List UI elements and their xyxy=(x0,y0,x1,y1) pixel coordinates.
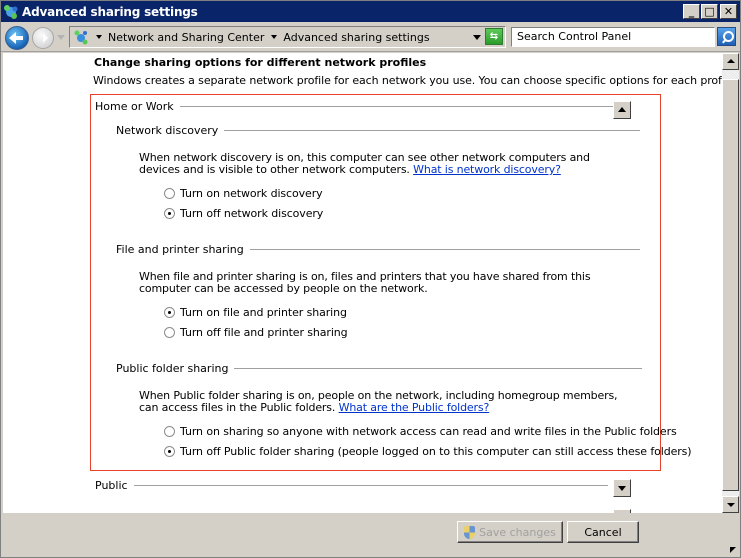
arrow-down-icon xyxy=(727,503,735,507)
chevron-down-icon xyxy=(618,486,626,491)
cancel-label: Cancel xyxy=(584,525,622,539)
vertical-scrollbar[interactable] xyxy=(722,53,739,513)
breadcrumb-network-and-sharing-center[interactable]: Network and Sharing Center xyxy=(108,31,264,44)
profile-name: Home or Work xyxy=(95,100,174,113)
search-button[interactable] xyxy=(717,27,736,46)
radio-turn-on-network-discovery[interactable]: Turn on network discovery xyxy=(164,187,323,200)
breadcrumb-advanced-sharing-settings[interactable]: Advanced sharing settings xyxy=(283,31,429,44)
profile-header-public[interactable]: Public xyxy=(95,479,608,492)
arrow-up-icon xyxy=(727,59,735,63)
uac-shield-icon xyxy=(464,525,476,539)
network-icon xyxy=(3,4,19,20)
collapse-home-or-work-button[interactable] xyxy=(613,101,631,119)
radio-turn-on-public-folder-sharing[interactable]: Turn on sharing so anyone with network a… xyxy=(164,425,677,438)
close-button[interactable]: ✕ xyxy=(720,4,737,19)
section-description: When network discovery is on, this compu… xyxy=(139,152,629,176)
address-dropdown-icon[interactable] xyxy=(473,35,481,40)
minimize-icon: _ xyxy=(688,5,695,18)
chevron-up-icon xyxy=(618,107,626,112)
page-intro: Windows creates a separate network profi… xyxy=(93,74,722,87)
page-heading: Change sharing options for different net… xyxy=(94,56,427,69)
title-bar: Advanced sharing settings _ □ ✕ xyxy=(1,1,740,22)
radio-button-selected[interactable] xyxy=(164,208,175,219)
address-bar[interactable]: Network and Sharing Center Advanced shar… xyxy=(69,26,506,48)
scroll-thumb[interactable] xyxy=(722,79,739,491)
resize-grip-icon[interactable] xyxy=(730,547,738,555)
section-title: Public folder sharing xyxy=(116,362,229,375)
breadcrumb-chevron-icon[interactable] xyxy=(96,35,102,39)
radio-label[interactable]: Turn off Public folder sharing (people l… xyxy=(180,445,692,458)
expand-public-button[interactable] xyxy=(613,479,631,497)
what-are-the-public-folders-link[interactable]: What are the Public folders? xyxy=(339,401,490,414)
minimize-button[interactable]: _ xyxy=(683,4,700,19)
radio-turn-off-public-folder-sharing[interactable]: Turn off Public folder sharing (people l… xyxy=(164,445,692,458)
save-changes-button[interactable]: Save changes xyxy=(457,521,563,543)
scroll-up-button[interactable] xyxy=(722,53,739,70)
radio-button[interactable] xyxy=(164,327,175,338)
navigation-bar: Network and Sharing Center Advanced shar… xyxy=(1,22,740,52)
back-button[interactable] xyxy=(5,26,29,50)
cancel-button[interactable]: Cancel xyxy=(567,521,639,543)
search-input[interactable]: Search Control Panel xyxy=(511,27,715,47)
maximize-button[interactable]: □ xyxy=(701,4,718,19)
radio-turn-on-file-and-printer-sharing[interactable]: Turn on file and printer sharing xyxy=(164,306,347,319)
radio-label[interactable]: Turn off network discovery xyxy=(180,207,323,220)
refresh-icon: ⇆ xyxy=(489,31,499,42)
radio-label[interactable]: Turn on file and printer sharing xyxy=(180,306,347,319)
radio-button-selected[interactable] xyxy=(164,446,175,457)
section-header-network-discovery: Network discovery xyxy=(116,124,641,137)
dialog-footer: Save changes Cancel xyxy=(1,513,740,557)
radio-button[interactable] xyxy=(164,188,175,199)
divider xyxy=(179,106,616,107)
radio-turn-off-network-discovery[interactable]: Turn off network discovery xyxy=(164,207,323,220)
radio-button[interactable] xyxy=(164,426,175,437)
maximize-icon: □ xyxy=(704,5,715,18)
section-description: When file and printer sharing is on, fil… xyxy=(139,271,629,295)
save-changes-label: Save changes xyxy=(479,525,556,539)
window-title: Advanced sharing settings xyxy=(22,4,198,19)
divider xyxy=(234,368,643,369)
radio-label[interactable]: Turn on sharing so anyone with network a… xyxy=(180,425,677,438)
recent-pages-dropdown-icon[interactable] xyxy=(57,35,65,40)
refresh-button[interactable]: ⇆ xyxy=(485,28,503,45)
section-title: Network discovery xyxy=(116,124,219,137)
radio-label[interactable]: Turn off file and printer sharing xyxy=(180,326,348,339)
divider xyxy=(249,249,640,250)
breadcrumb-chevron-icon[interactable] xyxy=(271,35,278,39)
divider xyxy=(133,485,608,486)
section-header-file-and-printer-sharing: File and printer sharing xyxy=(116,243,640,256)
section-description: When Public folder sharing is on, people… xyxy=(139,390,629,414)
divider xyxy=(224,130,641,131)
control-panel-network-icon xyxy=(73,29,89,45)
scroll-down-button[interactable] xyxy=(722,496,739,513)
profile-name: Public xyxy=(95,479,128,492)
section-header-public-folder-sharing: Public folder sharing xyxy=(116,362,643,375)
settings-content: Change sharing options for different net… xyxy=(3,53,722,513)
forward-button[interactable] xyxy=(32,27,54,49)
description-text: When file and printer sharing is on, fil… xyxy=(139,270,591,295)
radio-turn-off-file-and-printer-sharing[interactable]: Turn off file and printer sharing xyxy=(164,326,348,339)
close-icon: ✕ xyxy=(723,5,734,18)
radio-label[interactable]: Turn on network discovery xyxy=(180,187,323,200)
profile-header-home-or-work[interactable]: Home or Work xyxy=(95,100,616,113)
radio-button-selected[interactable] xyxy=(164,307,175,318)
section-title: File and printer sharing xyxy=(116,243,244,256)
advanced-sharing-window: Advanced sharing settings _ □ ✕ Network … xyxy=(0,0,741,558)
what-is-network-discovery-link[interactable]: What is network discovery? xyxy=(413,163,561,176)
